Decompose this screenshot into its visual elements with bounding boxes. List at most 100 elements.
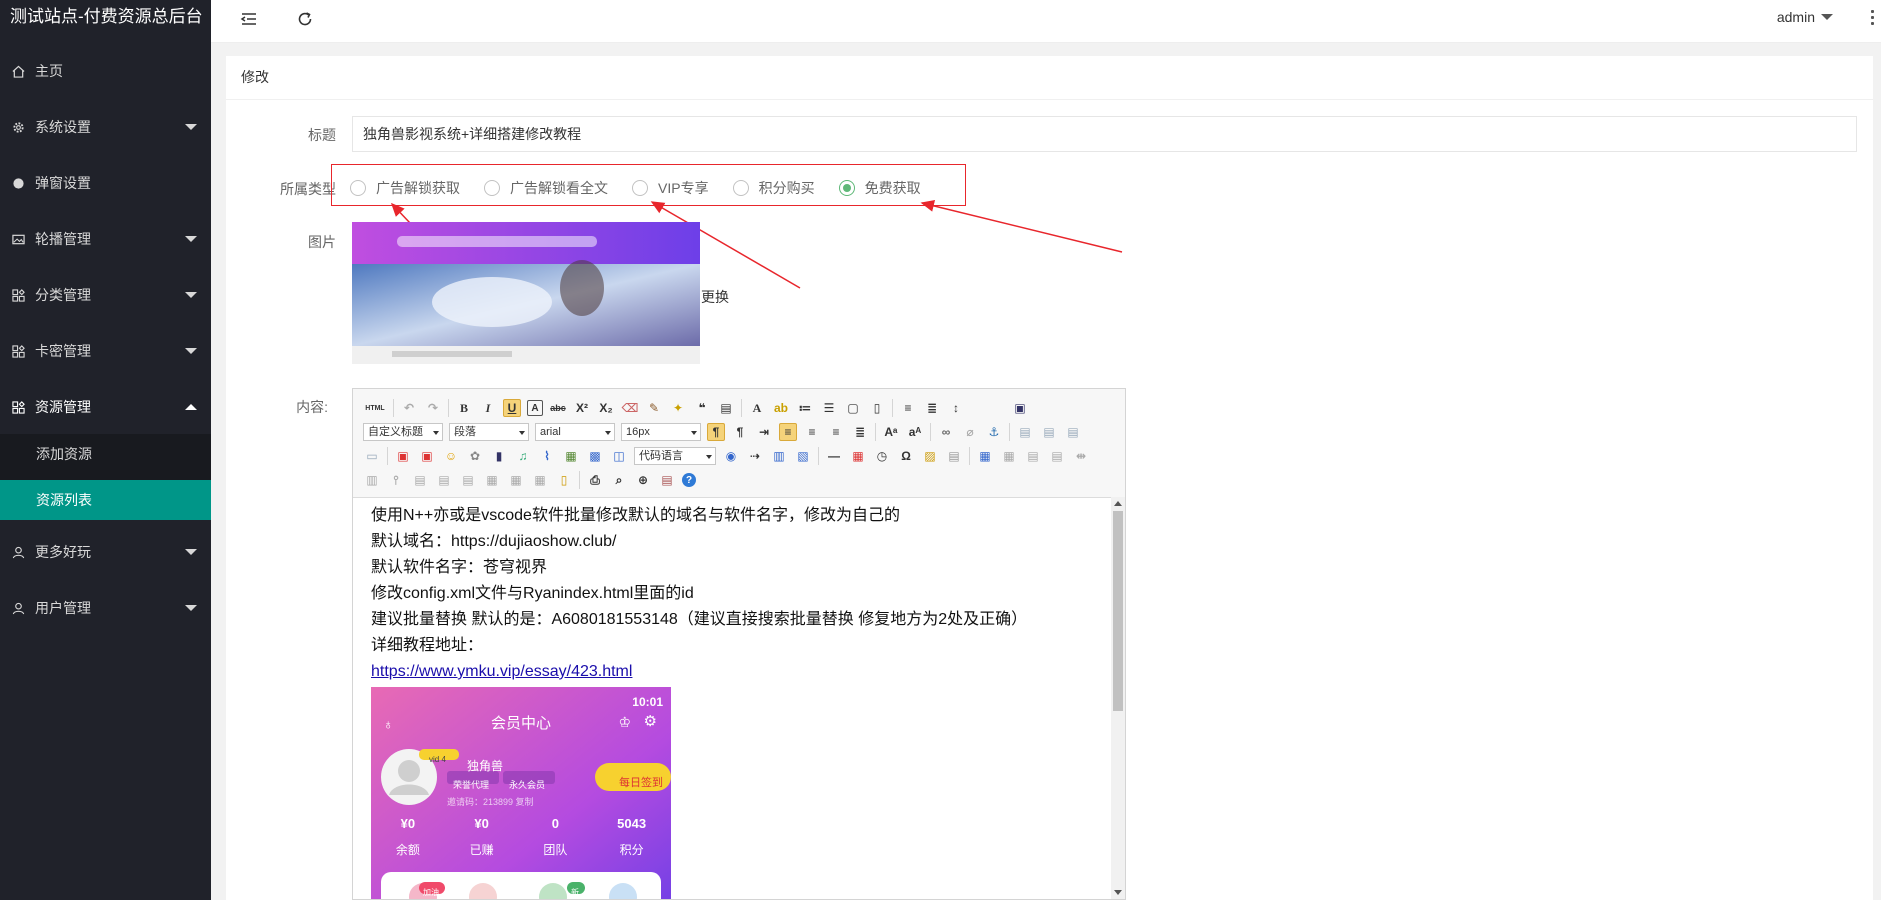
merge-right-icon[interactable]: ▤ xyxy=(435,471,453,489)
subscript-icon[interactable]: X₂ xyxy=(597,399,615,417)
editor-scrollbar[interactable] xyxy=(1111,497,1125,899)
preview-icon[interactable]: ⌕ xyxy=(610,471,628,489)
auto-format-icon[interactable]: ✦ xyxy=(669,399,687,417)
sidebar-item-popup-settings[interactable]: 弹窗设置 xyxy=(0,155,211,211)
image-none-icon[interactable]: ▤ xyxy=(1016,423,1034,441)
date-icon[interactable]: ▦ xyxy=(849,447,867,465)
drafts-icon[interactable]: ▤ xyxy=(945,447,963,465)
scrawl-icon[interactable]: ✿ xyxy=(466,447,484,465)
insert-frame-icon[interactable]: ◫ xyxy=(610,447,628,465)
blockquote-icon[interactable]: ❝ xyxy=(693,399,711,417)
paste-text-icon[interactable]: ▤ xyxy=(717,399,735,417)
gmap-icon[interactable]: ▩ xyxy=(586,447,604,465)
scrollbar-thumb[interactable] xyxy=(1113,511,1123,711)
image-left-icon[interactable]: ▤ xyxy=(1040,423,1058,441)
align-center-icon[interactable]: ≡ xyxy=(803,423,821,441)
chart-icon[interactable]: ▯ xyxy=(555,471,573,489)
font-border-icon[interactable]: A xyxy=(527,400,543,416)
superscript-icon[interactable]: X² xyxy=(573,399,591,417)
rtl-icon[interactable]: ¶ xyxy=(731,423,749,441)
pagebreak-icon[interactable]: ⇢ xyxy=(746,447,764,465)
scroll-down-icon[interactable] xyxy=(1114,890,1122,895)
collapse-menu-icon[interactable] xyxy=(240,10,258,28)
uppercase-icon[interactable]: Aᵃ xyxy=(882,423,900,441)
clear-doc-icon[interactable]: ▯ xyxy=(868,399,886,417)
custom-heading-select[interactable]: 自定义标题 xyxy=(363,423,443,441)
radio-vip[interactable]: VIP专享 xyxy=(632,178,709,198)
multi-image-icon[interactable]: ▣ xyxy=(418,447,436,465)
sidebar-item-system-settings[interactable]: 系统设置 xyxy=(0,99,211,155)
radio-ad-unlock[interactable]: 广告解锁获取 xyxy=(350,178,460,198)
insert-table-icon[interactable]: ▦ xyxy=(976,447,994,465)
ltr-icon[interactable]: ¶ xyxy=(707,423,725,441)
font-color-icon[interactable]: A xyxy=(748,399,766,417)
insert-video-icon[interactable]: ▮ xyxy=(490,447,508,465)
scroll-up-icon[interactable] xyxy=(1114,501,1122,506)
link-icon[interactable]: ∞ xyxy=(937,423,955,441)
insert-row-icon[interactable]: ▤ xyxy=(1048,447,1066,465)
split-rows-icon[interactable]: ▦ xyxy=(507,471,525,489)
radio-points[interactable]: 积分购买 xyxy=(732,178,815,198)
attachment-icon[interactable]: ⌇ xyxy=(538,447,556,465)
bold-icon[interactable]: B xyxy=(455,399,473,417)
help-icon[interactable]: ? xyxy=(682,473,696,487)
sidebar-subitem-resource-list[interactable]: 资源列表 xyxy=(0,480,211,520)
sidebar-item-carousel[interactable]: 轮播管理 xyxy=(0,211,211,267)
editor-content[interactable]: 使用N++亦或是vscode软件批量修改默认的域名与软件名字，修改为自己的 默认… xyxy=(353,497,1109,899)
sidebar-item-users[interactable]: 用户管理 xyxy=(0,580,211,636)
delete-col-icon[interactable]: ⫯ xyxy=(387,471,405,489)
align-justify-icon[interactable]: ≣ xyxy=(851,423,869,441)
change-image-button[interactable]: 更换 xyxy=(701,287,729,307)
insert-paragraph-before-table-icon[interactable]: ▤ xyxy=(1024,447,1042,465)
radio-free[interactable]: 免费获取 xyxy=(838,178,921,198)
refresh-icon[interactable] xyxy=(296,10,314,28)
format-brush-icon[interactable]: ✎ xyxy=(645,399,663,417)
insert-image-icon[interactable]: ▣ xyxy=(394,447,412,465)
strikethrough-icon[interactable]: abc xyxy=(549,399,567,417)
indent-icon[interactable]: ⇥ xyxy=(755,423,773,441)
fullscreen-icon[interactable]: ▣ xyxy=(1011,399,1029,417)
horizontal-rule-icon[interactable]: — xyxy=(825,447,843,465)
highlight-icon[interactable]: ab xyxy=(772,399,790,417)
emotion-icon[interactable]: ☺ xyxy=(442,447,460,465)
image-right-icon[interactable]: ▤ xyxy=(1064,423,1082,441)
html-source-icon[interactable]: HTML xyxy=(363,399,387,417)
merge-down-icon[interactable]: ▤ xyxy=(459,471,477,489)
redo-icon[interactable]: ↷ xyxy=(424,399,442,417)
map-icon[interactable]: ▦ xyxy=(562,447,580,465)
sidebar-item-resources[interactable]: 资源管理 xyxy=(0,379,211,435)
image-center-icon[interactable]: ▭ xyxy=(363,447,381,465)
music-icon[interactable]: ♫ xyxy=(514,447,532,465)
anchor-icon[interactable]: ⚓ xyxy=(985,423,1003,441)
font-family-select[interactable]: arial xyxy=(535,423,615,441)
split-cells-icon[interactable]: ▦ xyxy=(483,471,501,489)
split-cols-icon[interactable]: ▦ xyxy=(531,471,549,489)
paragraph-select[interactable]: 段落 xyxy=(449,423,529,441)
special-char-icon[interactable]: Ω xyxy=(897,447,915,465)
webapp-icon[interactable]: ◉ xyxy=(722,447,740,465)
unordered-list-icon[interactable]: ☰ xyxy=(820,399,838,417)
title-input[interactable]: 独角兽影视系统+详细搭建修改教程 xyxy=(352,116,1857,152)
italic-icon[interactable]: I xyxy=(479,399,497,417)
undo-icon[interactable]: ↶ xyxy=(400,399,418,417)
eraser-icon[interactable]: ⌫ xyxy=(621,399,639,417)
insert-col-icon[interactable]: ▥ xyxy=(363,471,381,489)
page-scrollbar[interactable] xyxy=(1873,56,1881,900)
wordimage-icon[interactable]: ▨ xyxy=(921,447,939,465)
print-icon[interactable]: ⎙ xyxy=(586,471,604,489)
line-height-icon[interactable]: ↕ xyxy=(947,399,965,417)
sidebar-item-more-fun[interactable]: 更多好玩 xyxy=(0,524,211,580)
sidebar-item-categories[interactable]: 分类管理 xyxy=(0,267,211,323)
sidebar-subitem-add-resource[interactable]: 添加资源 xyxy=(0,434,211,474)
sidebar-item-card-keys[interactable]: 卡密管理 xyxy=(0,323,211,379)
radio-ad-unlock-full[interactable]: 广告解锁看全文 xyxy=(484,178,608,198)
code-language-select[interactable]: 代码语言 xyxy=(634,447,716,465)
tutorial-link[interactable]: https://www.ymku.vip/essay/423.html xyxy=(371,663,632,680)
align-right-icon[interactable]: ≡ xyxy=(827,423,845,441)
row-spacing-bottom-icon[interactable]: ≣ xyxy=(923,399,941,417)
search-replace-icon[interactable]: ⊕ xyxy=(634,471,652,489)
sidebar-item-home[interactable]: 主页 xyxy=(0,43,211,99)
unlink-icon[interactable]: ⌀ xyxy=(961,423,979,441)
template-icon[interactable]: ▥ xyxy=(770,447,788,465)
lowercase-icon[interactable]: aᴬ xyxy=(906,423,924,441)
